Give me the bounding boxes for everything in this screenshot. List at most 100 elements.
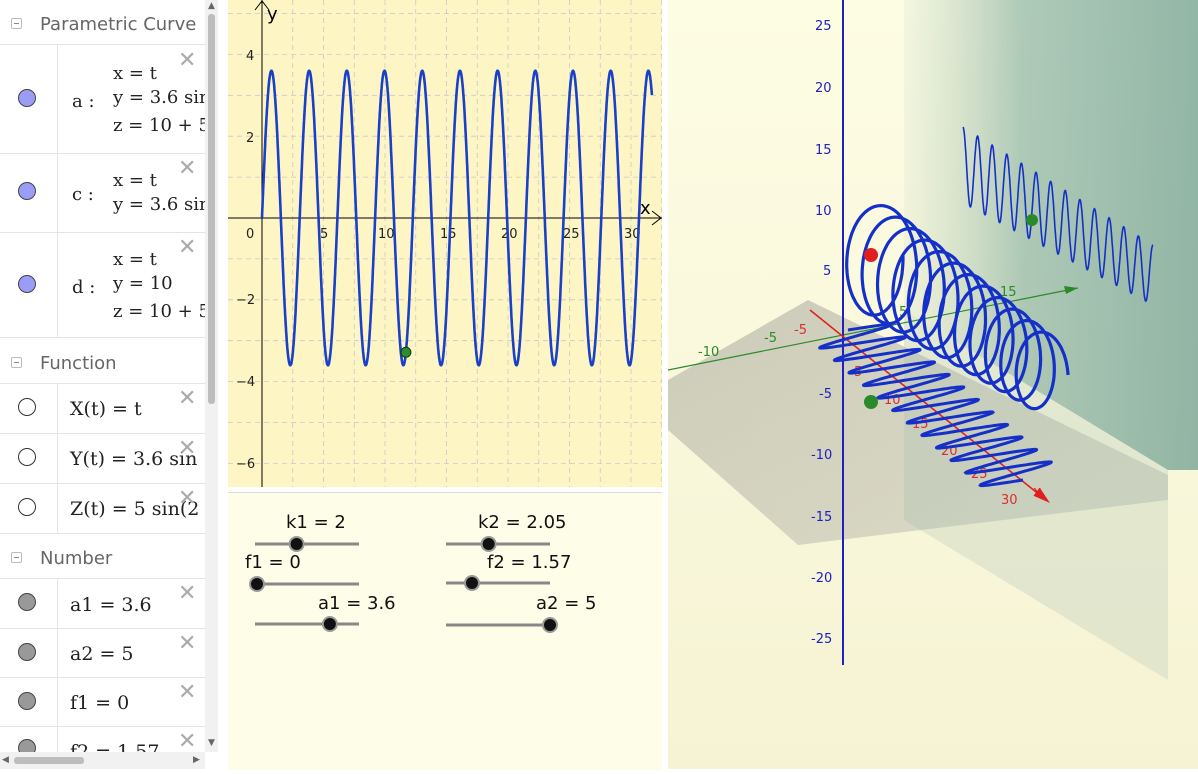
close-icon[interactable]: ✕ xyxy=(178,158,196,180)
algebra-row-a[interactable]: a : x = t y = 3.6 sin z = 10 + 5 ✕ xyxy=(0,45,205,154)
z-tick-label: -10 xyxy=(811,448,832,463)
visibility-toggle-icon[interactable] xyxy=(18,448,36,466)
equation-line: x = t xyxy=(113,170,157,191)
algebra-row-X[interactable]: X(t) = t ✕ xyxy=(0,384,205,434)
x-tick-label: -5 xyxy=(794,323,807,338)
x-axis-label: x xyxy=(640,198,651,219)
algebra-row-Y[interactable]: Y(t) = 3.6 sin ✕ xyxy=(0,434,205,484)
y-tick-label: 4 xyxy=(246,49,254,64)
category-function[interactable]: Function xyxy=(0,343,205,384)
point-green-floor[interactable] xyxy=(864,395,878,409)
slider-knob[interactable] xyxy=(321,616,338,632)
algebra-row-a2[interactable]: a2 = 5 ✕ xyxy=(0,629,205,678)
point-on-curve[interactable] xyxy=(400,346,412,358)
category-parametric-curve[interactable]: Parametric Curve xyxy=(0,4,205,45)
y-tick-label: -5 xyxy=(764,331,777,346)
z-tick-label: 5 xyxy=(823,264,831,279)
slider-a2[interactable]: a2 = 5 xyxy=(446,593,596,633)
visibility-toggle-icon[interactable] xyxy=(18,593,36,611)
vertical-scrollbar[interactable]: ▲ ▼ xyxy=(205,0,218,752)
equation-line: y = 10 xyxy=(113,273,173,294)
z-tick-label: 25 xyxy=(815,19,832,34)
z-tick-label: 20 xyxy=(815,81,832,96)
scrollbar-thumb[interactable] xyxy=(14,757,84,764)
visibility-toggle-icon[interactable] xyxy=(18,498,36,516)
point-red[interactable] xyxy=(864,248,878,262)
slider-knob[interactable] xyxy=(464,575,480,591)
slider-label: a2 = 5 xyxy=(536,593,596,614)
visibility-toggle-icon[interactable] xyxy=(18,275,36,293)
slider-label: f2 = 1.57 xyxy=(487,552,571,573)
x-tick-label: 10 xyxy=(378,227,395,242)
equation-line: z = 10 + 5 xyxy=(113,301,205,322)
close-icon[interactable]: ✕ xyxy=(178,237,196,259)
scroll-down-icon[interactable]: ▼ xyxy=(208,738,215,748)
slider-f2[interactable]: f2 = 1.57 xyxy=(446,552,571,591)
object-label: a : xyxy=(72,91,95,112)
slider-knob[interactable] xyxy=(542,617,558,633)
algebra-row-a1[interactable]: a1 = 3.6 ✕ xyxy=(0,579,205,629)
object-label: c : xyxy=(72,184,94,205)
slider-k1[interactable]: k1 = 2 xyxy=(255,512,359,552)
algebra-row-f1[interactable]: f1 = 0 ✕ xyxy=(0,678,205,727)
visibility-toggle-icon[interactable] xyxy=(18,739,36,752)
algebra-row-Z[interactable]: Z(t) = 5 sin(2 ✕ xyxy=(0,484,205,534)
z-tick-label: 15 xyxy=(815,143,832,158)
scroll-up-icon[interactable]: ▲ xyxy=(208,1,215,11)
visibility-toggle-icon[interactable] xyxy=(18,398,36,416)
slider-f1[interactable]: f1 = 0 xyxy=(245,552,359,592)
graph-2d-canvas[interactable]: x y 0 5 10 15 20 25 30 4 2 −2 −4 −6 xyxy=(228,0,663,487)
x-tick-label: 5 xyxy=(320,227,328,242)
algebra-row-d[interactable]: d : x = t y = 10 z = 10 + 5 ✕ xyxy=(0,233,205,338)
slider-knob[interactable] xyxy=(480,536,497,552)
number-expression: a1 = 3.6 xyxy=(70,594,152,616)
visibility-toggle-icon[interactable] xyxy=(18,643,36,661)
equation-line: y = 3.6 sin xyxy=(113,194,205,215)
graphics-view-3d[interactable]: 25 20 15 10 5 -5 -10 -15 -20 -25 -5 5 10… xyxy=(667,0,1198,769)
close-icon[interactable]: ✕ xyxy=(178,731,196,753)
y-tick-label: −4 xyxy=(236,375,255,390)
slider-knob[interactable] xyxy=(249,576,265,592)
close-icon[interactable]: ✕ xyxy=(178,488,196,510)
point-green-wall[interactable] xyxy=(1026,214,1038,226)
slider-a1[interactable]: a1 = 3.6 xyxy=(255,593,396,632)
close-icon[interactable]: ✕ xyxy=(178,682,196,704)
visibility-toggle-icon[interactable] xyxy=(18,182,36,200)
category-title: Function xyxy=(40,352,117,374)
close-icon[interactable]: ✕ xyxy=(178,438,196,460)
number-expression: f1 = 0 xyxy=(70,692,130,714)
close-icon[interactable]: ✕ xyxy=(178,583,196,605)
scroll-right-icon[interactable]: ▶ xyxy=(193,755,200,765)
function-expression: X(t) = t xyxy=(70,398,142,420)
x-tick-label: 30 xyxy=(1001,493,1018,508)
scroll-left-icon[interactable]: ◀ xyxy=(2,755,9,765)
graphics-view-2d[interactable]: x y 0 5 10 15 20 25 30 4 2 −2 −4 −6 xyxy=(228,0,663,487)
z-tick-label: -15 xyxy=(811,510,832,525)
z-tick-label: 10 xyxy=(815,204,832,219)
visibility-toggle-icon[interactable] xyxy=(18,692,36,710)
slider-k2[interactable]: k2 = 2.05 xyxy=(446,512,566,552)
collapse-toggle-icon[interactable] xyxy=(11,552,22,563)
category-title: Parametric Curve xyxy=(40,13,197,35)
z-tick-label: -20 xyxy=(811,571,832,586)
collapse-toggle-icon[interactable] xyxy=(11,357,22,368)
slider-label: f1 = 0 xyxy=(245,552,301,573)
z-tick-label: -25 xyxy=(811,632,832,647)
x-tick-label: 0 xyxy=(246,227,254,242)
collapse-toggle-icon[interactable] xyxy=(11,18,22,29)
slider-knob[interactable] xyxy=(288,536,305,552)
category-number[interactable]: Number xyxy=(0,538,205,579)
close-icon[interactable]: ✕ xyxy=(178,633,196,655)
close-icon[interactable]: ✕ xyxy=(178,388,196,410)
object-label: d : xyxy=(72,277,96,298)
equation-line: z = 10 + 5 xyxy=(113,115,205,136)
visibility-toggle-icon[interactable] xyxy=(18,89,36,107)
algebra-view: Parametric Curve a : x = t y = 3.6 sin z… xyxy=(0,0,219,769)
scrollbar-thumb[interactable] xyxy=(208,14,215,404)
close-icon[interactable]: ✕ xyxy=(178,50,196,72)
algebra-row-f2[interactable]: f2 = 1.57 ✕ xyxy=(0,727,205,753)
horizontal-scrollbar[interactable]: ◀ ▶ xyxy=(0,752,205,769)
x-axis-label: x xyxy=(1033,484,1041,500)
algebra-row-c[interactable]: c : x = t y = 3.6 sin ✕ xyxy=(0,154,205,233)
graph-3d-canvas[interactable]: 25 20 15 10 5 -5 -10 -15 -20 -25 -5 5 10… xyxy=(667,0,1198,769)
